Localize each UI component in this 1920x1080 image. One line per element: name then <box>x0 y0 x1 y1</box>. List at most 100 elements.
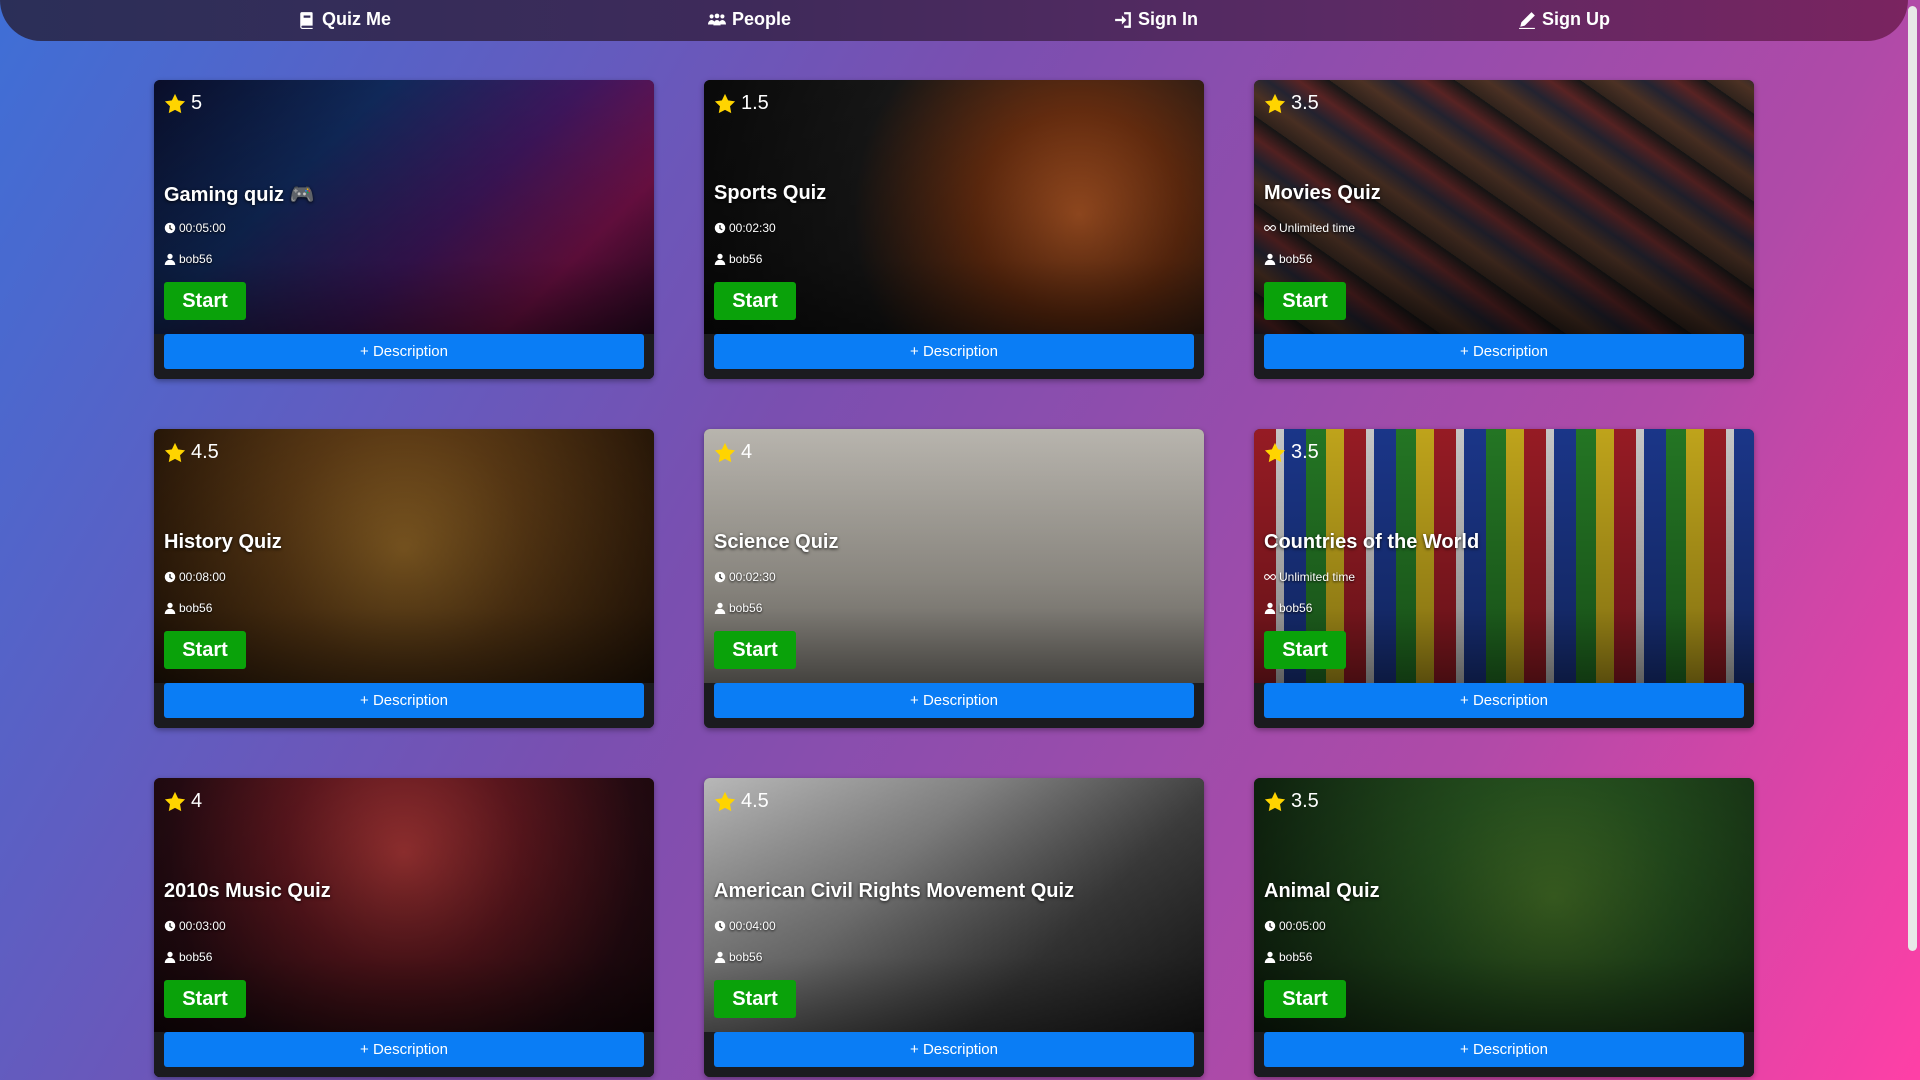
nav-people-label: People <box>732 9 792 29</box>
description-button[interactable]: + Description <box>164 334 644 369</box>
user-icon <box>1264 253 1276 265</box>
quiz-author-name: bob56 <box>1279 950 1313 964</box>
rating: 4.5 <box>164 441 219 464</box>
rating-value: 4.5 <box>741 790 769 812</box>
star-icon <box>714 93 736 113</box>
nav-people[interactable]: People <box>708 9 791 30</box>
clock-icon <box>1264 920 1276 932</box>
quiz-time: Unlimited time <box>1264 221 1355 235</box>
user-icon <box>1264 602 1276 614</box>
description-button[interactable]: + Description <box>164 1032 644 1067</box>
rating-value: 3.5 <box>1291 441 1319 463</box>
quiz-author-name: bob56 <box>729 252 763 266</box>
quiz-author: bob56 <box>714 601 762 615</box>
quiz-time-value: Unlimited time <box>1279 221 1356 235</box>
star-icon <box>164 93 186 113</box>
infinity-icon <box>1264 225 1276 231</box>
description-button[interactable]: + Description <box>714 1032 1194 1067</box>
rating-value: 4 <box>741 441 753 463</box>
people-icon <box>708 13 726 25</box>
quiz-time-value: 00:08:00 <box>179 570 226 584</box>
start-button[interactable]: Start <box>714 631 796 669</box>
description-button[interactable]: + Description <box>1264 1032 1744 1067</box>
quiz-time: 00:05:00 <box>164 221 226 235</box>
book-icon <box>300 11 313 29</box>
quiz-card: 1.5 Sports Quiz 00:02:30 bob56 Start + D… <box>704 80 1204 379</box>
star-icon <box>1264 93 1286 113</box>
quiz-author: bob56 <box>164 950 212 964</box>
pencil-icon <box>1519 11 1535 29</box>
quiz-author: bob56 <box>1264 601 1312 615</box>
start-button[interactable]: Start <box>1264 282 1346 320</box>
quiz-title: 2010s Music Quiz <box>164 880 331 902</box>
clock-icon <box>714 222 726 234</box>
star-icon <box>1264 442 1286 462</box>
quiz-card: 3.5 Movies Quiz Unlimited time bob56 Sta… <box>1254 80 1754 379</box>
description-button[interactable]: + Description <box>1264 334 1744 369</box>
nav-quiz-me[interactable]: Quiz Me <box>298 9 391 30</box>
start-button[interactable]: Start <box>164 980 246 1018</box>
nav-quiz-me-label: Quiz Me <box>322 9 392 29</box>
quiz-title: Science Quiz <box>714 531 839 553</box>
quiz-author-name: bob56 <box>179 252 213 266</box>
quiz-title: Animal Quiz <box>1264 880 1380 902</box>
quiz-author-name: bob56 <box>1279 252 1313 266</box>
rating: 4 <box>164 790 202 813</box>
description-button[interactable]: + Description <box>714 683 1194 718</box>
start-button[interactable]: Start <box>714 980 796 1018</box>
nav-sign-in-label: Sign In <box>1138 9 1198 29</box>
start-button[interactable]: Start <box>1264 980 1346 1018</box>
scrollbar[interactable] <box>1906 0 1920 1080</box>
quiz-time-value: 00:03:00 <box>179 919 226 933</box>
sign-in-icon <box>1115 11 1131 28</box>
user-icon <box>714 253 726 265</box>
quiz-title: Countries of the World <box>1264 531 1480 553</box>
rating-value: 1.5 <box>741 92 769 114</box>
quiz-title: History Quiz <box>164 531 282 553</box>
rating-value: 3.5 <box>1291 790 1319 812</box>
user-icon <box>714 951 726 963</box>
quiz-time: 00:08:00 <box>164 570 226 584</box>
clock-icon <box>164 920 176 932</box>
rating: 3.5 <box>1264 92 1319 115</box>
quiz-author: bob56 <box>1264 950 1312 964</box>
quiz-time-value: 00:04:00 <box>729 919 776 933</box>
start-button[interactable]: Start <box>164 631 246 669</box>
start-button[interactable]: Start <box>164 282 246 320</box>
quiz-card: 3.5 Countries of the World Unlimited tim… <box>1254 429 1754 728</box>
quiz-time: 00:04:00 <box>714 919 776 933</box>
quiz-card: 4.5 History Quiz 00:08:00 bob56 Start + … <box>154 429 654 728</box>
user-icon <box>164 253 176 265</box>
quiz-title: Movies Quiz <box>1264 182 1381 204</box>
start-button[interactable]: Start <box>1264 631 1346 669</box>
rating: 3.5 <box>1264 441 1319 464</box>
description-button[interactable]: + Description <box>714 334 1194 369</box>
user-icon <box>164 602 176 614</box>
quiz-title: American Civil Rights Movement Quiz <box>714 880 1075 902</box>
quiz-title: Gaming quiz 🎮 <box>164 184 315 206</box>
quiz-time: 00:03:00 <box>164 919 226 933</box>
quiz-time-value: 00:02:30 <box>729 570 776 584</box>
quiz-author-name: bob56 <box>179 950 213 964</box>
quiz-author: bob56 <box>714 252 762 266</box>
quiz-card: 4 Science Quiz 00:02:30 bob56 Start + De… <box>704 429 1204 728</box>
quiz-author: bob56 <box>1264 252 1312 266</box>
nav-sign-up[interactable]: Sign Up <box>1518 9 1610 30</box>
quiz-time-value: 00:05:00 <box>1279 919 1326 933</box>
rating: 1.5 <box>714 92 769 115</box>
rating-value: 5 <box>191 92 203 114</box>
rating: 4.5 <box>714 790 769 813</box>
star-icon <box>1264 791 1286 811</box>
quiz-card: 4.5 American Civil Rights Movement Quiz … <box>704 778 1204 1077</box>
scrollbar-thumb[interactable] <box>1908 6 1917 951</box>
rating: 3.5 <box>1264 790 1319 813</box>
quiz-time-value: 00:02:30 <box>729 221 776 235</box>
nav-sign-in[interactable]: Sign In <box>1114 9 1198 30</box>
quiz-card: 5 Gaming quiz 🎮 00:05:00 bob56 Start + D… <box>154 80 654 379</box>
description-button[interactable]: + Description <box>164 683 644 718</box>
description-button[interactable]: + Description <box>1264 683 1744 718</box>
quiz-time: 00:02:30 <box>714 570 776 584</box>
star-icon <box>714 442 736 462</box>
quiz-time: Unlimited time <box>1264 570 1355 584</box>
start-button[interactable]: Start <box>714 282 796 320</box>
